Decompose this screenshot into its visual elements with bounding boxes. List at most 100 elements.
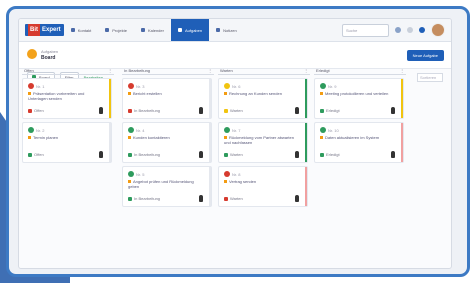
task-type-icon <box>320 136 323 140</box>
card-status-bar <box>109 79 111 118</box>
assignee-icon[interactable] <box>99 107 103 114</box>
card-number: Nr. 2 <box>36 128 45 133</box>
card-status: Offen <box>28 152 44 157</box>
card-number: Nr. 10 <box>328 128 339 133</box>
card-status: In Bearbeitung <box>128 196 160 201</box>
card-title-text: Bericht erstellen <box>133 91 162 96</box>
settings-icon[interactable] <box>407 27 413 33</box>
assignee-icon[interactable] <box>295 195 299 202</box>
tab-projekte[interactable]: Projekte <box>98 19 134 41</box>
task-type-icon <box>128 92 131 96</box>
column-menu-icon[interactable]: ⋮ <box>400 68 404 73</box>
card-status-text: In Bearbeitung <box>134 108 161 113</box>
board-column: In Bearbeitung ⋮ Nr. 3 Bericht erstellen In … <box>122 66 214 207</box>
card-status: In Bearbeitung <box>128 108 160 113</box>
column-menu-icon[interactable]: ⋮ <box>108 68 112 73</box>
tasks-header-icon <box>27 49 37 59</box>
card-number: Nr. 7 <box>232 128 241 133</box>
card-status-text: In Bearbeitung <box>134 196 161 201</box>
card-status-bar <box>401 123 403 162</box>
task-card[interactable]: Nr. 8 Vertrag senden Warten <box>218 166 308 207</box>
assignee-icon[interactable] <box>391 151 395 158</box>
board-column: Warten ⋮ Nr. 6 Rechnung an Kunden senden War… <box>218 66 310 207</box>
top-navigation: Bit Expert Kontakt Projekte Kalender Auf… <box>19 19 451 42</box>
nav-right: Suche <box>342 23 445 37</box>
task-card[interactable]: Nr. 9 Meeting protokollieren und verteile… <box>314 78 404 119</box>
task-card[interactable]: Nr. 5 Angebot prüfen und Rückmeldung gebe… <box>122 166 212 207</box>
assignee-icon[interactable] <box>199 195 203 202</box>
card-title: Meeting protokollieren und verteilen <box>320 91 396 96</box>
status-icon <box>320 108 324 113</box>
status-icon <box>28 152 32 157</box>
task-card[interactable]: Nr. 7 Rückmeldung vom Partner abwarten un… <box>218 122 308 163</box>
task-card[interactable]: Nr. 2 Termin planen Offen <box>22 122 112 163</box>
column-menu-icon[interactable]: ⋮ <box>208 68 212 73</box>
assignee-icon[interactable] <box>295 107 299 114</box>
breadcrumb[interactable]: Aufgaben <box>41 49 58 54</box>
create-task-button[interactable]: Neue Aufgabe <box>406 50 444 61</box>
card-status-bar <box>109 123 111 162</box>
card-title: Rückmeldung vom Partner abwarten und nac… <box>224 135 300 145</box>
card-title: Vertrag senden <box>224 179 300 184</box>
card-status: In Bearbeitung <box>128 152 160 157</box>
tab-label: Kontakt <box>77 27 92 33</box>
card-title: Daten aktualisieren im System <box>320 135 396 140</box>
card-status: Warten <box>224 196 243 201</box>
sort-select[interactable]: Sortieren <box>417 73 443 82</box>
status-icon <box>224 108 228 113</box>
task-card[interactable]: Nr. 6 Rechnung an Kunden senden Warten <box>218 78 308 119</box>
assignee-icon[interactable] <box>99 151 103 158</box>
board-column: Offen ⋮ Nr. 1 Präsentation vorbereiten und … <box>22 66 114 163</box>
task-card[interactable]: Nr. 1 Präsentation vorbereiten und Unterl… <box>22 78 112 119</box>
calendar-icon <box>140 28 145 32</box>
tab-label: Kalender <box>147 27 164 33</box>
card-status-text: Erledigt <box>326 152 340 157</box>
assignee-icon[interactable] <box>295 151 299 158</box>
tab-kontakt[interactable]: Kontakt <box>64 19 99 41</box>
status-icon <box>320 152 324 157</box>
help-icon[interactable] <box>419 27 425 33</box>
tab-aufgaben[interactable]: Aufgaben <box>170 19 210 41</box>
card-status-bar <box>401 79 403 118</box>
app-logo[interactable]: Bit Expert <box>25 24 64 36</box>
priority-icon <box>320 83 326 89</box>
card-status-text: Warten <box>230 108 243 113</box>
logo-text: Expert <box>42 27 61 33</box>
card-number: Nr. 5 <box>136 172 145 177</box>
card-title-text: Vertrag senden <box>229 179 257 184</box>
user-avatar[interactable] <box>431 23 445 37</box>
card-status-bar <box>209 167 211 206</box>
card-title: Bericht erstellen <box>128 91 204 96</box>
notification-icon[interactable] <box>395 27 401 33</box>
search-input[interactable]: Suche <box>342 23 389 37</box>
priority-icon <box>224 171 230 177</box>
tab-label: Aufgaben <box>184 27 203 33</box>
card-number: Nr. 6 <box>232 84 241 89</box>
card-status: Offen <box>28 108 44 113</box>
priority-icon <box>128 127 134 133</box>
tasks-icon <box>177 28 182 32</box>
card-title-text: Termin planen <box>33 135 59 140</box>
column-menu-icon[interactable]: ⋮ <box>304 68 308 73</box>
card-number: Nr. 3 <box>136 84 145 89</box>
folder-icon <box>105 28 110 32</box>
status-icon <box>128 152 132 157</box>
task-card[interactable]: Nr. 10 Daten aktualisieren im System Erled… <box>314 122 404 163</box>
card-status-text: Offen <box>34 108 44 113</box>
tab-notizen[interactable]: Notizen <box>209 19 244 41</box>
task-type-icon <box>28 136 31 140</box>
task-card[interactable]: Nr. 3 Bericht erstellen In Bearbeitung <box>122 78 212 119</box>
assignee-icon[interactable] <box>199 151 203 158</box>
card-number: Nr. 8 <box>232 172 241 177</box>
assignee-icon[interactable] <box>391 107 395 114</box>
assignee-icon[interactable] <box>199 107 203 114</box>
status-icon <box>28 108 32 113</box>
status-icon <box>224 152 228 157</box>
task-card[interactable]: Nr. 4 Kunden kontaktieren In Bearbeitung <box>122 122 212 163</box>
page-title: Board <box>41 55 56 61</box>
tab-kalender[interactable]: Kalender <box>134 19 171 41</box>
board-column: Erledigt ⋮ Nr. 9 Meeting protokollieren und… <box>314 66 406 163</box>
card-title: Rechnung an Kunden senden <box>224 91 300 96</box>
card-status-text: Warten <box>230 152 243 157</box>
card-title-text: Rechnung an Kunden senden <box>229 91 282 96</box>
